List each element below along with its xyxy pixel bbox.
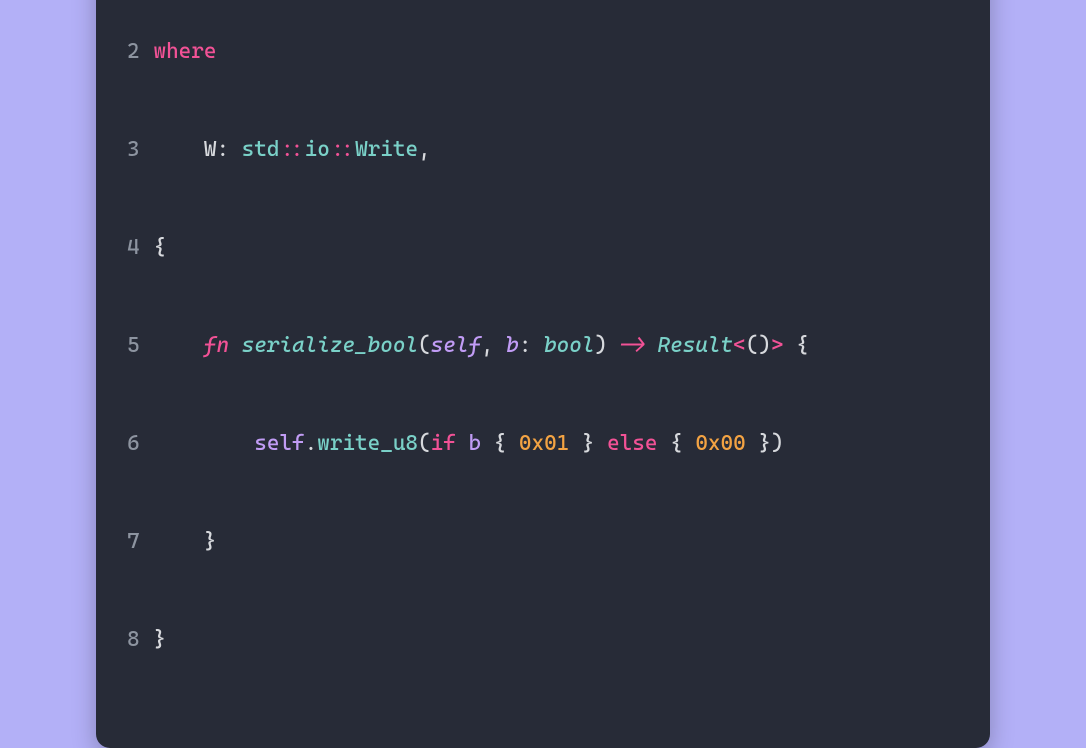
code-window: 1 impl<'a, W> ser::Serializer for &'a mu… — [96, 0, 990, 748]
code-content: self.write_u8(if b { 0x01 } else { 0x00 … — [153, 428, 783, 461]
code-line: 2 where — [122, 36, 964, 69]
code-line: 3 W: std::io::Write, — [122, 134, 964, 167]
line-number: 2 — [122, 36, 140, 69]
code-line: 8 } — [122, 624, 964, 657]
line-number: 4 — [122, 232, 140, 265]
code-line: 5 fn serialize_bool(self, b: bool) -> Re… — [122, 330, 964, 363]
code-content: { — [153, 232, 166, 265]
code-content: } — [153, 526, 216, 559]
line-number: 7 — [122, 526, 140, 559]
code-content: where — [153, 36, 216, 69]
code-line: 6 self.write_u8(if b { 0x01 } else { 0x0… — [122, 428, 964, 461]
code-content: } — [153, 624, 166, 657]
code-block: 1 impl<'a, W> ser::Serializer for &'a mu… — [122, 0, 964, 722]
code-content: W: std::io::Write, — [153, 134, 430, 167]
line-number: 8 — [122, 624, 140, 657]
line-number: 6 — [122, 428, 140, 461]
line-number: 3 — [122, 134, 140, 167]
code-line: 7 } — [122, 526, 964, 559]
line-number: 5 — [122, 330, 140, 363]
code-content: fn serialize_bool(self, b: bool) -> Resu… — [153, 330, 808, 363]
code-line: 4 { — [122, 232, 964, 265]
